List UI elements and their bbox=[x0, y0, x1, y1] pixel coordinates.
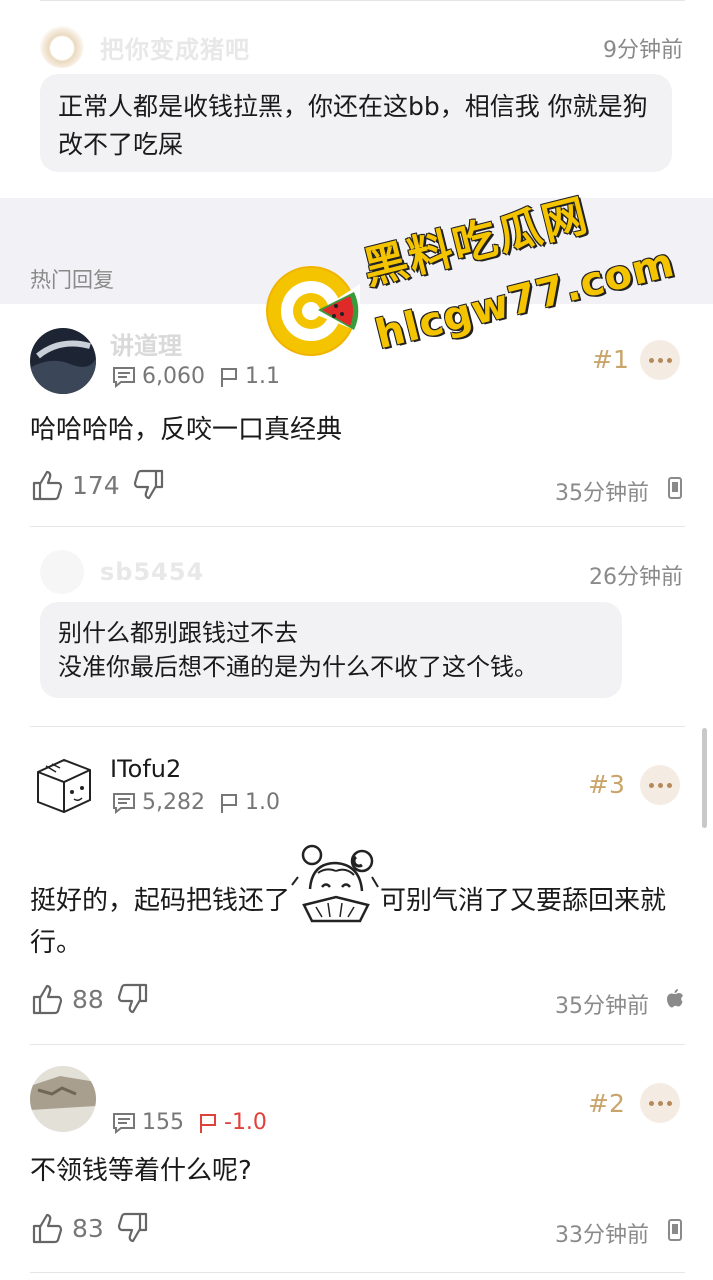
reply-line: 没准你最后想不通的是为什么不收了这个钱。 bbox=[58, 653, 538, 681]
divider bbox=[30, 526, 685, 527]
floor-number: #1 bbox=[592, 345, 629, 374]
score: 1.0 bbox=[244, 790, 280, 815]
reply-count: 6,060 bbox=[142, 364, 205, 389]
comment-time: 35分钟前 bbox=[555, 994, 649, 1019]
divider bbox=[30, 1272, 685, 1273]
reply-count-icon bbox=[113, 792, 135, 814]
reply-time: 9分钟前 bbox=[603, 38, 683, 63]
comment-username[interactable]: 讲道理 bbox=[110, 326, 182, 361]
comment-time: 33分钟前 bbox=[555, 1223, 649, 1248]
like-count: 174 bbox=[72, 470, 120, 500]
avatar[interactable] bbox=[30, 328, 96, 394]
reply-time: 26分钟前 bbox=[589, 565, 683, 590]
thumbs-down-icon[interactable] bbox=[116, 982, 150, 1016]
reply-username[interactable]: 把你变成猪吧 bbox=[100, 30, 250, 65]
reply-count: 155 bbox=[142, 1110, 184, 1135]
avatar[interactable] bbox=[40, 550, 84, 594]
divider bbox=[30, 1044, 685, 1045]
avatar[interactable] bbox=[30, 752, 96, 818]
thumbs-down-icon[interactable] bbox=[132, 468, 166, 502]
score: 1.1 bbox=[244, 364, 280, 389]
thumbs-down-icon[interactable] bbox=[116, 1211, 150, 1245]
thumbs-up-icon[interactable] bbox=[30, 1211, 64, 1245]
like-count: 83 bbox=[72, 1213, 104, 1243]
flag-icon bbox=[220, 793, 237, 813]
phone-icon bbox=[668, 477, 682, 499]
flag-icon bbox=[200, 1113, 216, 1133]
like-count: 88 bbox=[72, 984, 104, 1014]
comment-text: 哈哈哈哈，反咬一口真经典 bbox=[30, 415, 343, 445]
avatar[interactable] bbox=[30, 1066, 96, 1132]
phone-icon bbox=[668, 1219, 682, 1241]
reply-count-icon bbox=[113, 366, 135, 388]
comment-username[interactable]: ITofu2 bbox=[110, 755, 181, 783]
vote-row: 83 bbox=[30, 1211, 150, 1245]
section-title: 热门回复 bbox=[30, 268, 114, 292]
comment-text-part: 挺好的，起码把钱还了 bbox=[30, 886, 291, 916]
comment-text: 不领钱等着什么呢? bbox=[30, 1156, 252, 1186]
sticker-image bbox=[290, 844, 380, 923]
reply-username[interactable]: sb5454 bbox=[100, 558, 204, 586]
watermark-logo-icon bbox=[266, 266, 360, 356]
reply-count-icon bbox=[113, 1112, 135, 1134]
vote-row: 88 bbox=[30, 982, 150, 1016]
reply-bubble: 正常人都是收钱拉黑，你还在这bb，相信我 你就是狗改不了吃屎 bbox=[40, 74, 672, 172]
comment-stats: 6,060 1.1 bbox=[112, 364, 280, 389]
comment-stats: 5,282 1.0 bbox=[112, 790, 280, 815]
divider bbox=[30, 726, 685, 727]
comment-stats: 155 -1.0 bbox=[112, 1110, 267, 1135]
comment-text: 挺好的，起码把钱还了 可别气消了又要舔回来就行。 bbox=[30, 844, 670, 964]
more-button[interactable] bbox=[640, 765, 680, 805]
reply-count: 5,282 bbox=[142, 790, 205, 815]
reply-line: 别什么都别跟钱过不去 bbox=[58, 619, 298, 647]
apple-icon bbox=[667, 989, 683, 1008]
comment-time: 35分钟前 bbox=[555, 481, 649, 506]
vote-row: 174 bbox=[30, 468, 166, 502]
floor-number: #2 bbox=[588, 1089, 625, 1118]
reply-bubble: 别什么都别跟钱过不去 没准你最后想不通的是为什么不收了这个钱。 bbox=[40, 602, 622, 698]
avatar[interactable] bbox=[40, 24, 84, 68]
thumbs-up-icon[interactable] bbox=[30, 982, 64, 1016]
floor-number: #3 bbox=[588, 770, 625, 799]
thumbs-up-icon[interactable] bbox=[30, 468, 64, 502]
score: -1.0 bbox=[224, 1110, 267, 1135]
flag-icon bbox=[220, 367, 237, 387]
scrollbar[interactable] bbox=[702, 728, 707, 828]
more-button[interactable] bbox=[640, 1083, 680, 1123]
top-divider bbox=[40, 0, 685, 1]
more-button[interactable] bbox=[640, 340, 680, 380]
